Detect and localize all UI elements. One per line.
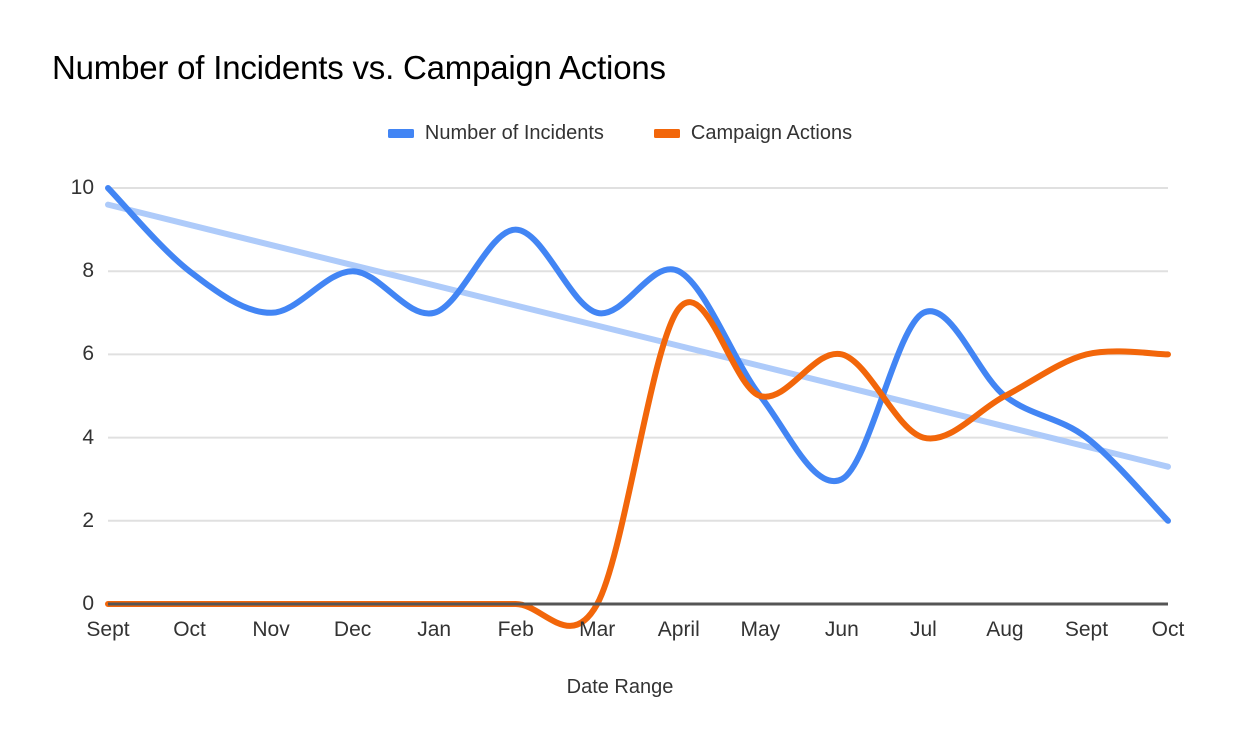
x-axis-tick-label: Jan [417,618,452,641]
chart-container: Number of Incidents vs. Campaign Actions… [0,0,1240,738]
series-lines [105,185,1171,629]
series-line-campaign-actions[interactable] [105,299,1171,629]
x-axis-tick-label: April [657,618,700,641]
x-axis-tick-label: Feb [497,618,534,641]
x-axis-title: Date Range [566,676,674,698]
trendline [105,201,1171,470]
x-axis-tick-label: May [740,618,781,641]
x-axis-tick-label: Oct [173,618,206,641]
y-axis-tick-label: 10 [70,176,94,199]
x-axis-tick-label: Sept [1064,618,1109,641]
x-axis-tick-label: Jun [824,618,859,641]
y-axis-tick-label: 8 [82,259,94,283]
x-axis-tick-label: Aug [986,618,1024,641]
gridlines [108,187,1168,522]
x-axis-tick-label: Nov [252,618,290,641]
y-axis-tick-label: 0 [82,592,94,615]
y-axis-tick-label: 4 [82,425,94,449]
x-axis-tick-label: Sept [86,618,130,641]
x-axis-tick-label: Jul [909,618,937,641]
x-axis-tick-label: Mar [579,618,616,641]
y-axis-tick-label: 2 [82,508,94,532]
y-axis-tick-label: 6 [82,342,94,366]
x-axis-tick-label: Oct [1151,618,1185,641]
x-axis-tick-label: Dec [333,618,372,641]
